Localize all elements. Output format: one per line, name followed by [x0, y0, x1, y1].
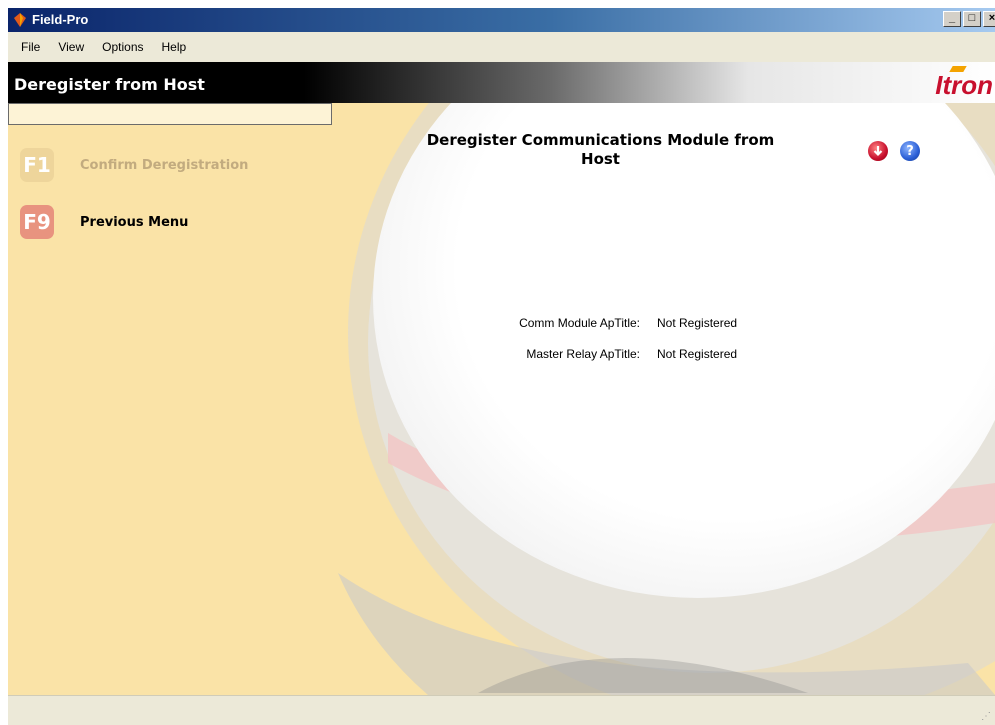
- menu-options[interactable]: Options: [93, 40, 152, 54]
- sidebar-item-label: Confirm Deregistration: [80, 157, 249, 173]
- field-label: Master Relay ApTitle:: [526, 347, 640, 361]
- page-header: Deregister from Host Itron: [8, 62, 995, 103]
- menu-view[interactable]: View: [49, 40, 93, 54]
- help-icon[interactable]: ?: [900, 141, 920, 161]
- menu-file[interactable]: File: [12, 40, 49, 54]
- itron-logo: Itron: [935, 70, 993, 100]
- progress-field: [8, 103, 332, 125]
- app-window: Field-Pro _ □ × File View Options Help D…: [8, 8, 995, 725]
- f1-key-icon: F1: [20, 148, 54, 182]
- f9-key-icon[interactable]: F9: [20, 205, 54, 239]
- sidebar-item-previous-menu[interactable]: F9 Previous Menu: [20, 205, 188, 239]
- resize-grip-icon[interactable]: ⋰: [981, 711, 991, 722]
- download-icon[interactable]: [868, 141, 888, 161]
- menu-help[interactable]: Help: [153, 40, 196, 54]
- app-icon: [14, 13, 26, 27]
- close-button[interactable]: ×: [983, 11, 995, 27]
- background-swirl: [338, 103, 995, 695]
- title-bar[interactable]: Field-Pro _ □ ×: [8, 8, 995, 32]
- field-master-relay-aptitle: Master Relay ApTitle: Not Registered: [388, 347, 737, 361]
- maximize-button[interactable]: □: [963, 11, 981, 27]
- page-title: Deregister from Host: [14, 75, 205, 94]
- section-heading: Deregister Communications Module from Ho…: [418, 131, 783, 169]
- field-comm-module-aptitle: Comm Module ApTitle: Not Registered: [388, 316, 737, 330]
- sidebar-item-label[interactable]: Previous Menu: [80, 215, 188, 230]
- minimize-button[interactable]: _: [943, 11, 961, 27]
- field-value: Not Registered: [657, 347, 738, 361]
- field-label: Comm Module ApTitle:: [519, 316, 640, 330]
- status-bar: ⋰: [8, 695, 995, 725]
- window-controls: _ □ ×: [943, 11, 995, 27]
- sidebar-item-confirm-deregistration: F1 Confirm Deregistration: [20, 148, 248, 182]
- window-title: Field-Pro: [32, 12, 89, 27]
- content-area: F1 Confirm Deregistration F9 Previous Me…: [8, 103, 995, 695]
- field-value: Not Registered: [657, 316, 738, 330]
- menu-bar: File View Options Help: [8, 32, 995, 62]
- section-heading-line1: Deregister Communications Module from: [426, 131, 775, 149]
- section-heading-line2: Host: [581, 150, 620, 168]
